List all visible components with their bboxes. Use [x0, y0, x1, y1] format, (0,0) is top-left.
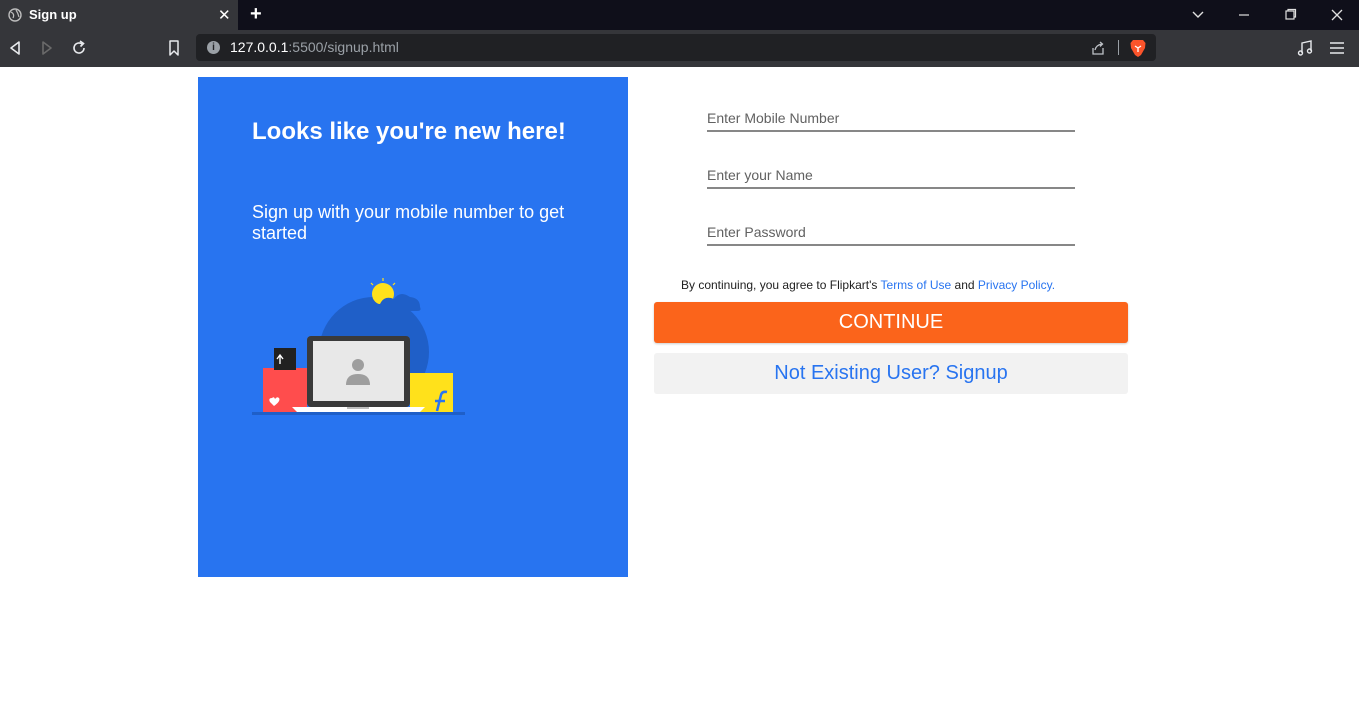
minimize-icon[interactable] [1234, 7, 1254, 23]
welcome-panel: Looks like you're new here! Sign up with… [198, 77, 628, 577]
password-input[interactable] [707, 214, 1075, 246]
laptop-illustration [252, 278, 465, 415]
back-icon[interactable] [5, 38, 25, 58]
plus-icon[interactable]: + [250, 3, 262, 26]
terms-notice: By continuing, you agree to Flipkart's T… [681, 278, 1055, 292]
chevron-down-icon[interactable] [1188, 7, 1208, 23]
url-text[interactable]: 127.0.0.1:5500/signup.html [230, 39, 399, 55]
tab-sign-up[interactable]: Sign up ✕ [0, 0, 238, 30]
divider [1118, 40, 1119, 55]
terms-prefix: By continuing, you agree to Flipkart's [681, 278, 881, 292]
menu-icon[interactable] [1328, 39, 1346, 57]
continue-button[interactable]: CONTINUE [654, 302, 1128, 343]
globe-icon [8, 8, 22, 22]
music-icon[interactable] [1296, 39, 1314, 57]
welcome-title: Looks like you're new here! [252, 118, 566, 145]
forward-icon[interactable] [37, 38, 57, 58]
page-content: Looks like you're new here! Sign up with… [0, 67, 1359, 722]
window-close-icon[interactable] [1327, 7, 1347, 23]
terms-of-use-link[interactable]: Terms of Use [881, 278, 952, 292]
tab-strip: Sign up ✕ + [0, 0, 1359, 30]
url-path: :5500/signup.html [288, 39, 399, 55]
signup-button[interactable]: Not Existing User? Signup [654, 353, 1128, 394]
url-host: 127.0.0.1 [230, 39, 289, 55]
tab-title: Sign up [29, 7, 77, 22]
mobile-number-input[interactable] [707, 100, 1075, 132]
share-icon[interactable] [1090, 40, 1106, 56]
bookmark-icon[interactable] [164, 38, 184, 58]
reload-icon[interactable] [69, 38, 89, 58]
address-bar[interactable]: i 127.0.0.1:5500/signup.html [196, 34, 1156, 61]
name-input[interactable] [707, 157, 1075, 189]
brave-lion-icon[interactable] [1129, 38, 1147, 58]
restore-icon[interactable] [1280, 7, 1300, 23]
close-icon[interactable]: ✕ [218, 6, 231, 24]
terms-and: and [951, 278, 978, 292]
welcome-subtitle: Sign up with your mobile number to get s… [252, 202, 565, 243]
info-icon[interactable]: i [207, 41, 220, 54]
browser-toolbar: i 127.0.0.1:5500/signup.html [0, 30, 1359, 67]
privacy-policy-link[interactable]: Privacy Policy. [978, 278, 1055, 292]
